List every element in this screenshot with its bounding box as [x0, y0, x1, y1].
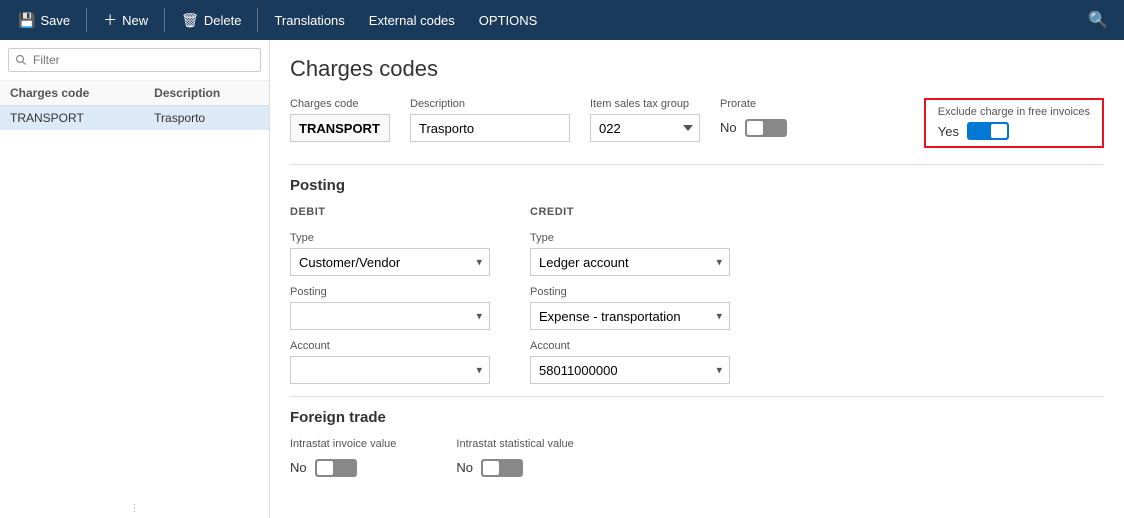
- exclude-charge-toggle[interactable]: [967, 122, 1009, 140]
- exclude-charge-value-row: Yes: [938, 122, 1090, 140]
- sidebar-col-description: Description: [144, 81, 269, 106]
- prorate-field: Prorate No: [720, 98, 787, 142]
- posting-columns: DEBIT Type Customer/Vendor Ledger accoun…: [290, 206, 1104, 384]
- charges-code-label: Charges code: [290, 98, 390, 110]
- prorate-label: Prorate: [720, 98, 787, 110]
- translations-button[interactable]: Translations: [264, 0, 354, 40]
- toolbar-divider-1: [86, 8, 87, 32]
- debit-type-wrapper: Customer/Vendor Ledger account Item: [290, 248, 490, 276]
- intrastat-statistical-row: No: [456, 454, 573, 482]
- intrastat-statistical-value: No: [456, 454, 473, 482]
- sidebar-table: Charges code Description TRANSPORT Trasp…: [0, 81, 269, 130]
- external-codes-label: External codes: [369, 13, 455, 28]
- credit-type-select[interactable]: Customer/Vendor Ledger account Item: [530, 248, 730, 276]
- sidebar-header-row: Charges code Description: [0, 81, 269, 106]
- sidebar-cell-description: Trasporto: [144, 106, 269, 131]
- toolbar-divider-2: [164, 8, 165, 32]
- debit-label: DEBIT: [290, 206, 490, 218]
- description-input[interactable]: [410, 114, 570, 142]
- sidebar-row[interactable]: TRANSPORT Trasporto: [0, 106, 269, 131]
- intrastat-invoice-toggle[interactable]: [315, 459, 357, 477]
- credit-column: CREDIT Type Customer/Vendor Ledger accou…: [530, 206, 730, 384]
- credit-type-field: Type Customer/Vendor Ledger account Item: [530, 232, 730, 276]
- save-icon: 💾: [18, 12, 35, 29]
- delete-button[interactable]: 🗑 Delete: [171, 0, 251, 40]
- debit-posting-select[interactable]: [290, 302, 490, 330]
- credit-label: CREDIT: [530, 206, 730, 218]
- credit-posting-select[interactable]: Expense - transportation: [530, 302, 730, 330]
- credit-type-wrapper: Customer/Vendor Ledger account Item: [530, 248, 730, 276]
- item-sales-tax-group-label: Item sales tax group: [590, 98, 700, 110]
- page-title: Charges codes: [290, 56, 1104, 82]
- content-area: Charges codes Charges code Description I…: [270, 40, 1124, 518]
- intrastat-invoice-label: Intrastat invoice value: [290, 438, 396, 450]
- credit-posting-wrapper: Expense - transportation: [530, 302, 730, 330]
- prorate-value: No: [720, 114, 737, 142]
- item-sales-tax-group-select[interactable]: 022: [590, 114, 700, 142]
- new-icon: ＋: [103, 10, 117, 30]
- intrastat-invoice-field: Intrastat invoice value No: [290, 438, 396, 482]
- charges-code-field: Charges code: [290, 98, 390, 142]
- options-button[interactable]: OPTIONS: [469, 0, 548, 40]
- top-form-row: Charges code Description Item sales tax …: [290, 98, 1104, 148]
- foreign-trade-title: Foreign trade: [290, 409, 1104, 426]
- debit-type-field: Type Customer/Vendor Ledger account Item: [290, 232, 490, 276]
- debit-account-label: Account: [290, 340, 490, 352]
- intrastat-statistical-toggle[interactable]: [481, 459, 523, 477]
- search-icon: 🔍: [1088, 12, 1108, 29]
- sidebar-col-charges-code: Charges code: [0, 81, 144, 106]
- foreign-trade-section: Foreign trade Intrastat invoice value No…: [290, 396, 1104, 482]
- save-label: Save: [40, 13, 70, 28]
- debit-posting-field: Posting: [290, 286, 490, 330]
- credit-account-select[interactable]: 58011000000: [530, 356, 730, 384]
- new-button[interactable]: ＋ New: [93, 0, 158, 40]
- filter-input[interactable]: [8, 48, 261, 72]
- translations-label: Translations: [274, 13, 344, 28]
- debit-posting-label: Posting: [290, 286, 490, 298]
- new-label: New: [122, 13, 148, 28]
- debit-account-field: Account: [290, 340, 490, 384]
- description-label: Description: [410, 98, 570, 110]
- exclude-charge-text: Yes: [938, 124, 959, 139]
- debit-type-select[interactable]: Customer/Vendor Ledger account Item: [290, 248, 490, 276]
- save-button[interactable]: 💾 Save: [8, 0, 80, 40]
- search-button[interactable]: 🔍: [1080, 6, 1116, 34]
- debit-account-wrapper: [290, 356, 490, 384]
- credit-account-wrapper: 58011000000: [530, 356, 730, 384]
- foreign-trade-row: Intrastat invoice value No Intrastat sta…: [290, 438, 1104, 482]
- credit-account-field: Account 58011000000: [530, 340, 730, 384]
- intrastat-invoice-row: No: [290, 454, 396, 482]
- credit-account-label: Account: [530, 340, 730, 352]
- posting-section: Posting DEBIT Type Customer/Vendor Ledge…: [290, 164, 1104, 384]
- sidebar: Charges code Description TRANSPORT Trasp…: [0, 40, 270, 518]
- credit-posting-field: Posting Expense - transportation: [530, 286, 730, 330]
- external-codes-button[interactable]: External codes: [359, 0, 465, 40]
- prorate-toggle[interactable]: [745, 119, 787, 137]
- charges-code-input[interactable]: [290, 114, 390, 142]
- sidebar-cell-charges-code: TRANSPORT: [0, 106, 144, 131]
- intrastat-invoice-value: No: [290, 454, 307, 482]
- intrastat-statistical-label: Intrastat statistical value: [456, 438, 573, 450]
- debit-column: DEBIT Type Customer/Vendor Ledger accoun…: [290, 206, 490, 384]
- item-sales-tax-group-field: Item sales tax group 022: [590, 98, 700, 142]
- main-layout: Charges code Description TRANSPORT Trasp…: [0, 40, 1124, 518]
- toolbar-divider-3: [257, 8, 258, 32]
- delete-icon: 🗑: [181, 12, 199, 29]
- description-field: Description: [410, 98, 570, 142]
- exclude-charge-box: Exclude charge in free invoices Yes: [924, 98, 1104, 148]
- posting-section-title: Posting: [290, 177, 1104, 194]
- toolbar: 💾 Save ＋ New 🗑 Delete Translations Exter…: [0, 0, 1124, 40]
- debit-posting-wrapper: [290, 302, 490, 330]
- filter-box: [0, 40, 269, 81]
- credit-posting-label: Posting: [530, 286, 730, 298]
- sidebar-scroll-indicator: ⋮: [0, 498, 269, 518]
- credit-type-label: Type: [530, 232, 730, 244]
- debit-account-select[interactable]: [290, 356, 490, 384]
- options-label: OPTIONS: [479, 13, 538, 28]
- delete-label: Delete: [204, 13, 242, 28]
- exclude-charge-label: Exclude charge in free invoices: [938, 106, 1090, 118]
- debit-type-label: Type: [290, 232, 490, 244]
- intrastat-statistical-field: Intrastat statistical value No: [456, 438, 573, 482]
